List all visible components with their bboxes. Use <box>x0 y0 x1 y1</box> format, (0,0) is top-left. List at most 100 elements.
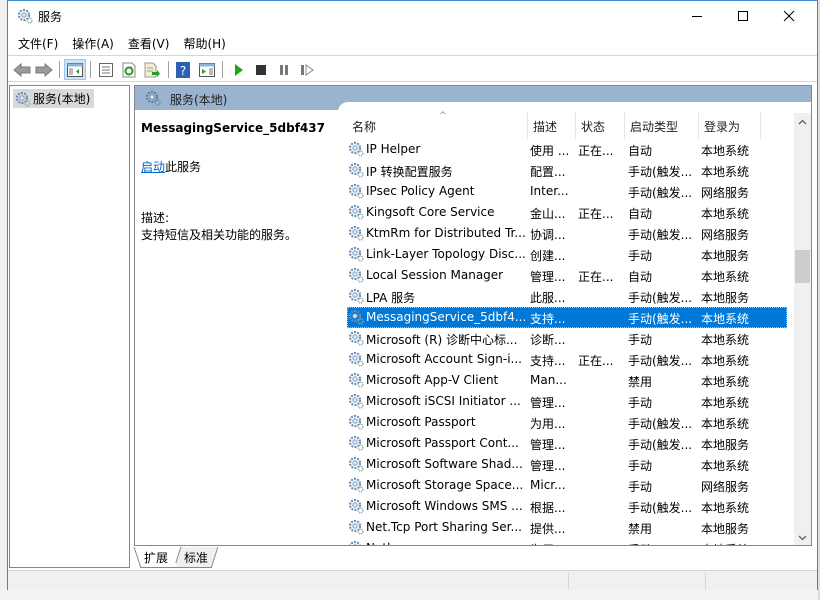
service-row[interactable]: Microsoft App-V Client Man... 禁用 本地系统 <box>347 370 787 391</box>
service-row[interactable]: Microsoft Windows SMS ... 根据... 手动(触发... 本地… <box>347 496 787 517</box>
service-startup-type: 手动(触发... <box>628 354 693 368</box>
service-name: Microsoft iSCSI Initiator ... <box>366 394 521 408</box>
close-button[interactable] <box>766 1 812 31</box>
tree-item-services-local[interactable]: 服务(本地) <box>13 89 95 110</box>
service-gear-icon <box>348 519 364 538</box>
column-header-log-on-as[interactable]: 登录为 <box>699 113 761 139</box>
start-service-button[interactable] <box>228 59 250 80</box>
show-action-pane-icon <box>199 62 215 77</box>
service-row[interactable]: Microsoft Software Shad... 管理... 手动 本地系统 <box>347 454 787 475</box>
service-row[interactable]: Microsoft Account Sign-i... 支持... 正在... 手动(… <box>347 349 787 370</box>
service-description: 为用... <box>530 541 578 545</box>
service-name: Microsoft (R) 诊断中心标... <box>366 333 518 347</box>
start-service-suffix: 此服务 <box>165 160 202 174</box>
scroll-up-button[interactable] <box>794 113 811 130</box>
service-log-on-as: 网络服务 <box>701 480 750 494</box>
service-status: 正在... <box>578 354 614 368</box>
service-description: 管理... <box>530 396 566 410</box>
minimize-button[interactable] <box>674 1 720 31</box>
column-header-status[interactable]: 状态 <box>576 113 625 139</box>
service-description: 使用 ... <box>530 144 570 158</box>
scroll-down-button[interactable] <box>794 529 811 545</box>
service-name: Kingsoft Core Service <box>366 205 495 219</box>
service-row[interactable]: KtmRm for Distributed Tr... 协调... 手动(触发...… <box>347 223 787 244</box>
tab-extended[interactable]: 扩展 <box>133 547 178 568</box>
service-log-on-as: 本地服务 <box>701 522 750 536</box>
service-row[interactable]: Net.Tcp Port Sharing Ser... 提供... 禁用 本地服务 <box>347 517 787 538</box>
service-description: 为用... <box>530 417 566 431</box>
service-row[interactable]: Microsoft Storage Space... Micr... 手动 网络服务 <box>347 475 787 496</box>
service-description: 配置... <box>530 165 566 179</box>
service-log-on-as: 本地服务 <box>701 438 750 452</box>
toolbar-separator <box>168 61 169 78</box>
column-header-startup-type-label: 启动类型 <box>630 119 679 134</box>
service-row[interactable]: Microsoft Passport 为用... 手动(触发... 本地系统 <box>347 412 787 433</box>
service-log-on-as: 本地系统 <box>701 270 750 284</box>
service-name: LPA 服务 <box>366 291 416 305</box>
resume-service-button[interactable] <box>296 59 318 80</box>
service-gear-icon <box>348 141 364 160</box>
show-hide-console-tree-icon <box>67 62 83 77</box>
service-log-on-as: 本地系统 <box>701 396 750 410</box>
service-row[interactable]: LPA 服务 此服... 手动(触发... 本地服务 <box>347 286 787 307</box>
service-startup-type: 手动(触发... <box>628 165 693 179</box>
export-list-button[interactable] <box>141 59 163 80</box>
service-description: 根据... <box>530 501 566 515</box>
column-header-name[interactable]: ^ 名称 <box>347 111 528 139</box>
service-row[interactable]: IP Helper 使用 ... 正在... 自动 本地系统 <box>347 139 787 160</box>
service-row[interactable]: Link-Layer Topology Disc... 创建... 手动 本地服务 <box>347 244 787 265</box>
show-action-pane-button[interactable] <box>196 59 218 80</box>
service-row[interactable]: Microsoft iSCSI Initiator ... 管理... 手动 本地系统 <box>347 391 787 412</box>
properties-button[interactable] <box>95 59 117 80</box>
service-row[interactable]: IP 转换配置服务 配置... 手动(触发... 本地系统 <box>347 160 787 181</box>
menu-help[interactable]: 帮助(H) <box>176 33 232 54</box>
column-header-description[interactable]: 描述 <box>528 113 576 139</box>
service-row[interactable]: Local Session Manager 管理... 正在... 自动 本地系统 <box>347 265 787 286</box>
service-row[interactable]: Microsoft (R) 诊断中心标... 诊断... 手动 本地系统 <box>347 328 787 349</box>
service-row[interactable]: Microsoft Passport Cont... 管理... 手动(触发... 本… <box>347 433 787 454</box>
tab-standard[interactable]: 标准 <box>173 547 219 568</box>
service-gear-icon <box>348 309 364 328</box>
service-status: 正在... <box>578 207 614 221</box>
scrollbar-thumb[interactable] <box>795 250 810 283</box>
chevron-down-icon <box>798 535 807 540</box>
stop-service-button[interactable] <box>250 59 272 80</box>
tab-standard-label: 标准 <box>184 550 209 565</box>
service-startup-type: 手动(触发... <box>628 438 693 452</box>
services-gear-icon <box>17 8 33 24</box>
service-gear-icon <box>348 393 364 412</box>
service-log-on-as: 网络服务 <box>701 186 750 200</box>
window-title: 服务 <box>38 10 63 24</box>
column-header-row: ^ 名称 描述 状态 启动类型 登录为 <box>347 111 787 139</box>
service-description: 协调... <box>530 228 566 242</box>
vertical-scrollbar[interactable] <box>794 113 811 545</box>
start-service-link[interactable]: 启动 <box>141 160 165 174</box>
services-gear-icon <box>15 91 31 110</box>
maximize-icon <box>738 11 748 21</box>
service-description: Man... <box>530 373 567 387</box>
help-button[interactable]: ? <box>172 59 194 80</box>
export-list-icon <box>144 62 160 77</box>
refresh-button[interactable] <box>118 59 140 80</box>
toolbar-separator <box>59 61 60 78</box>
service-row-selected[interactable]: MessagingService_5dbf4... 支持... 手动(触发... 本地… <box>347 307 787 328</box>
service-row[interactable]: Kingsoft Core Service 金山... 正在... 自动 本地系统 <box>347 202 787 223</box>
title-bar[interactable]: 服务 <box>8 1 817 32</box>
menu-file[interactable]: 文件(F) <box>11 33 65 54</box>
forward-button[interactable] <box>33 59 55 80</box>
service-row[interactable]: Netlogon为用... 手动本地系统 <box>347 538 787 545</box>
column-header-status-label: 状态 <box>581 119 606 134</box>
pause-service-button[interactable] <box>273 59 295 80</box>
menu-view[interactable]: 查看(V) <box>121 33 177 54</box>
service-log-on-as: 本地系统 <box>701 333 750 347</box>
service-gear-icon <box>348 183 364 202</box>
show-hide-console-tree-button[interactable] <box>64 59 86 80</box>
column-header-startup-type[interactable]: 启动类型 <box>625 113 699 139</box>
back-button[interactable] <box>11 59 33 80</box>
service-log-on-as: 本地系统 <box>701 501 750 515</box>
maximize-button[interactable] <box>720 1 766 31</box>
service-startup-type: 手动(触发... <box>628 228 693 242</box>
service-description: 支持... <box>530 354 566 368</box>
menu-action[interactable]: 操作(A) <box>65 33 121 54</box>
service-row[interactable]: IPsec Policy Agent Inter... 手动(触发... 网络服务 <box>347 181 787 202</box>
